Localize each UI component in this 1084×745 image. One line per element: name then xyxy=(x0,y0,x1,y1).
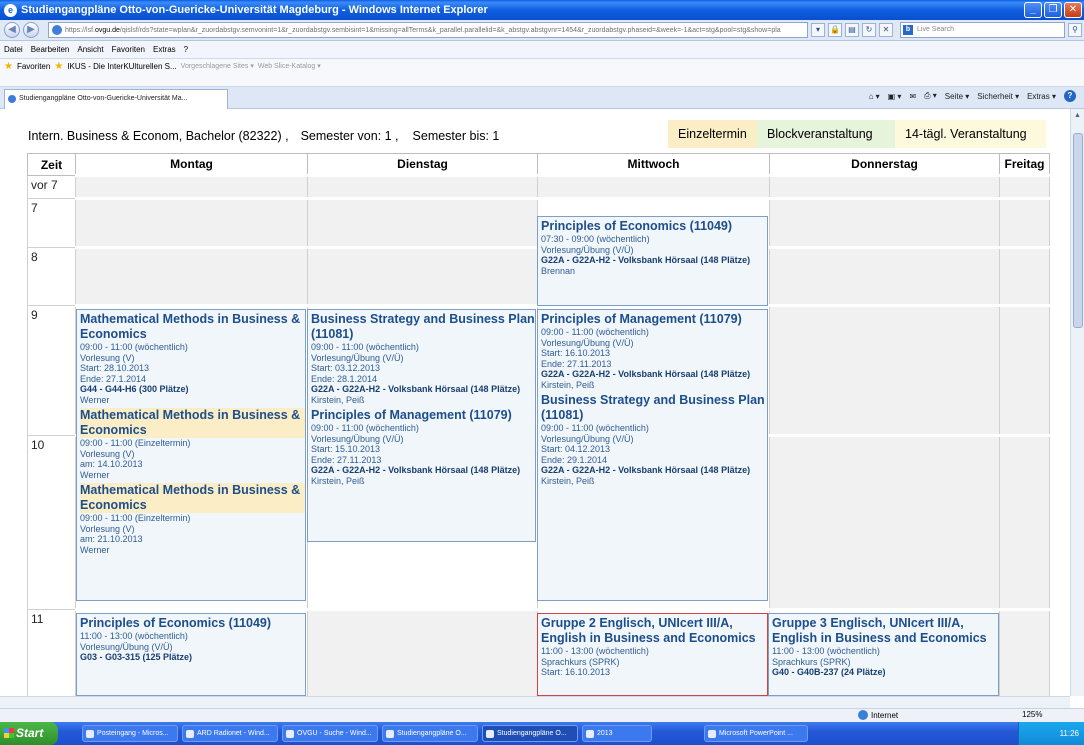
taskbar: Start Posteingang - Micros... ARD Radion… xyxy=(0,722,1084,745)
event-english-group-3[interactable]: Gruppe 3 Englisch, UNIcert III/A, Englis… xyxy=(768,613,999,696)
program-label: Intern. Business & Econom, Bachelor (823… xyxy=(28,129,289,143)
globe-icon xyxy=(52,25,62,35)
close-button[interactable]: ✕ xyxy=(1064,2,1082,18)
security-zone: Internet xyxy=(858,710,898,720)
window-title: Studiengangpläne Otto-von-Guericke-Unive… xyxy=(21,4,488,16)
event-tuesday-9-11[interactable]: Business Strategy and Business Plan (110… xyxy=(307,309,536,542)
back-button[interactable]: ◀ xyxy=(4,22,20,38)
column-header-mittwoch: Mittwoch xyxy=(537,153,770,176)
column-header-dienstag: Dienstag xyxy=(307,153,538,176)
zoom-level[interactable]: 125% xyxy=(1022,710,1042,719)
print-icon[interactable]: ⎙ ▾ xyxy=(924,91,937,101)
ie-icon: e xyxy=(4,3,17,17)
stop-icon[interactable]: ✕ xyxy=(879,23,893,37)
start-button[interactable]: Start xyxy=(0,722,58,745)
extras-menu[interactable]: Extras ▾ xyxy=(1027,92,1056,101)
table-row: vor 7 xyxy=(27,174,1050,199)
window-titlebar: e Studiengangpläne Otto-von-Guericke-Uni… xyxy=(0,0,1084,20)
search-button[interactable]: ⚲ xyxy=(1068,23,1082,37)
page-content: Intern. Business & Econom, Bachelor (823… xyxy=(0,109,1070,696)
event-entry: Business Strategy and Business Plan (110… xyxy=(311,312,535,405)
legend-blockveranstaltung: Blockveranstaltung xyxy=(757,120,895,148)
security-menu[interactable]: Sicherheit ▾ xyxy=(977,92,1019,101)
column-header-donnerstag: Donnerstag xyxy=(769,153,1000,176)
search-input[interactable]: b Live Search xyxy=(900,22,1065,38)
menu-bar: Datei Bearbeiten Ansicht Favoriten Extra… xyxy=(0,41,1084,59)
favorite-ikus[interactable]: IKUS - Die InterKUlturellen S... xyxy=(67,62,176,71)
event-entry-einzeltermin: Mathematical Methods in Business & Econo… xyxy=(80,408,305,483)
command-bar: ⌂ ▾ ▣ ▾ ✉ ⎙ ▾ Seite ▾ Sicherheit ▾ Extra… xyxy=(869,90,1076,102)
menu-favorites[interactable]: Favoriten xyxy=(112,45,145,54)
event-entry: Principles of Management (11079) 09:00 -… xyxy=(311,408,521,486)
time-label: 8 xyxy=(27,247,76,306)
task-ard-radionet[interactable]: ARD Radionet - Wind... xyxy=(182,725,278,742)
favorite-webslice[interactable]: Web Slice-Katalog ▾ xyxy=(258,62,321,70)
menu-help[interactable]: ? xyxy=(184,45,188,54)
address-bar: ◀ ▶ https://lsf. ovgu.de/qislsf/rds?state… xyxy=(0,20,1084,41)
tab-studiengangplaene[interactable]: Studiengangpläne Otto-von-Guericke-Unive… xyxy=(4,89,228,109)
event-wednesday-9-11[interactable]: Principles of Management (11079) 09:00 -… xyxy=(537,309,768,601)
favorites-star-icon: ★ xyxy=(4,60,13,72)
add-favorite-icon[interactable]: ★ xyxy=(54,61,63,72)
column-header-freitag: Freitag xyxy=(999,153,1050,176)
task-folder-2013[interactable]: 2013 xyxy=(582,725,652,742)
event-english-group-2[interactable]: Gruppe 2 Englisch, UNIcert III/A, Englis… xyxy=(537,613,768,696)
feeds-icon[interactable]: ▣ ▾ xyxy=(888,92,902,101)
column-header-montag: Montag xyxy=(75,153,308,176)
favorite-suggested[interactable]: Vorgeschlagene Sites ▾ xyxy=(181,62,254,70)
task-ovgu-suche[interactable]: OVGU - Suche - Wind... xyxy=(282,725,378,742)
column-header-zeit: Zeit xyxy=(27,153,76,176)
event-entry: Principles of Management (11079) 09:00 -… xyxy=(541,312,751,390)
internet-zone-icon xyxy=(858,710,868,720)
clock: 11:26 xyxy=(1059,729,1079,738)
semester-to: Semester bis: 1 xyxy=(412,129,500,143)
task-studiengangplaene-2[interactable]: Studiengangpläne O... xyxy=(482,725,578,742)
lock-icon[interactable]: 🔒 xyxy=(828,23,842,37)
semester-from: Semester von: 1 , xyxy=(300,129,399,143)
compatibility-icon[interactable]: ▤ xyxy=(845,23,859,37)
favorites-button[interactable]: Favoriten xyxy=(17,62,50,71)
maximize-button[interactable]: ❐ xyxy=(1044,2,1062,18)
time-label: 11 xyxy=(27,609,76,696)
legend-14taeglich: 14-tägl. Veranstaltung xyxy=(895,120,1046,148)
system-tray: 11:26 xyxy=(1018,722,1084,745)
time-label: vor 7 xyxy=(27,175,76,199)
event-entry: Business Strategy and Business Plan (110… xyxy=(541,393,765,486)
event-mathematical-methods-mon[interactable]: Mathematical Methods in Business & Econo… xyxy=(76,309,306,601)
time-label: 10 xyxy=(27,435,76,610)
home-icon[interactable]: ⌂ ▾ xyxy=(869,92,880,101)
task-powerpoint[interactable]: Microsoft PowerPoint ... xyxy=(704,725,808,742)
time-label: 7 xyxy=(27,198,76,248)
page-icon xyxy=(8,95,16,103)
url-dropdown-button[interactable]: ▾ xyxy=(811,23,825,37)
scroll-thumb[interactable] xyxy=(1073,133,1083,328)
menu-edit[interactable]: Bearbeiten xyxy=(31,45,70,54)
mail-icon[interactable]: ✉ xyxy=(909,92,916,101)
forward-button[interactable]: ▶ xyxy=(23,22,39,38)
legend-einzeltermin: Einzeltermin xyxy=(668,120,757,148)
vertical-scrollbar[interactable]: ▲ xyxy=(1070,109,1084,696)
event-principles-of-economics-wed[interactable]: Principles of Economics (11049) 07:30 - … xyxy=(537,216,768,306)
menu-view[interactable]: Ansicht xyxy=(77,45,103,54)
menu-tools[interactable]: Extras xyxy=(153,45,176,54)
favorites-bar: ★ Favoriten ★ IKUS - Die InterKUlturelle… xyxy=(0,59,1084,87)
event-principles-of-economics-mon[interactable]: Principles of Economics (11049) 11:00 - … xyxy=(76,613,306,696)
menu-file[interactable]: Datei xyxy=(4,45,23,54)
status-bar: Internet 125% xyxy=(0,708,1084,722)
time-label: 9 xyxy=(27,305,76,436)
task-studiengangplaene-1[interactable]: Studiengangpläne O... xyxy=(382,725,478,742)
url-input[interactable]: https://lsf. ovgu.de/qislsf/rds?state=wpl… xyxy=(48,22,808,38)
horizontal-scrollbar[interactable] xyxy=(0,696,1070,708)
task-posteingang[interactable]: Posteingang - Micros... xyxy=(82,725,178,742)
page-menu[interactable]: Seite ▾ xyxy=(945,92,969,101)
help-icon[interactable]: ? xyxy=(1064,90,1076,102)
scroll-up-icon[interactable]: ▲ xyxy=(1071,109,1084,123)
refresh-icon[interactable]: ↻ xyxy=(862,23,876,37)
minimize-button[interactable]: _ xyxy=(1024,2,1042,18)
event-entry: Mathematical Methods in Business & Econo… xyxy=(80,312,301,405)
event-entry-einzeltermin: Mathematical Methods in Business & Econo… xyxy=(80,483,305,558)
bing-icon: b xyxy=(903,25,913,35)
